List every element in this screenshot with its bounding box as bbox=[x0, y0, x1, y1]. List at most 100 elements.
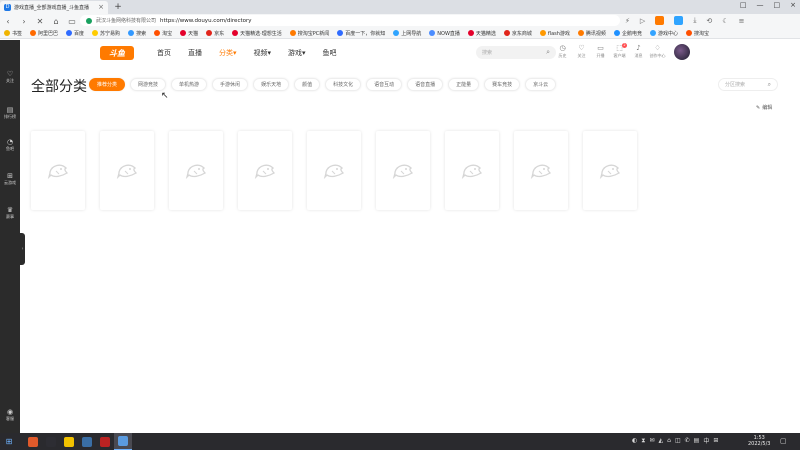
bookmark-item[interactable]: 腾讯视频 bbox=[577, 30, 606, 37]
new-tab-button[interactable]: + bbox=[112, 2, 124, 12]
sidebar-item-support[interactable]: ◉ 客服 bbox=[0, 408, 20, 422]
notification-center-icon[interactable]: ▢ bbox=[780, 437, 787, 445]
tab-close-icon[interactable]: × bbox=[98, 3, 104, 11]
category-tab[interactable]: 赛车竞技 bbox=[484, 78, 521, 91]
header-follow-button[interactable]: ♡ 关注 bbox=[572, 44, 591, 59]
category-tab[interactable]: 推荐分类 bbox=[89, 78, 126, 91]
nav-yuba[interactable]: 鱼吧 bbox=[323, 48, 337, 58]
tray-icon[interactable]: ◭ bbox=[659, 437, 664, 444]
category-tab[interactable]: 正能量 bbox=[448, 78, 480, 91]
category-search-input[interactable]: 分区搜索 ⌕ bbox=[718, 78, 778, 91]
address-bar[interactable]: 武汉斗鱼网络科技有限公司 https://www.douyu.com/direc… bbox=[80, 15, 620, 26]
tray-icon[interactable]: ✉ bbox=[649, 437, 654, 444]
window-minimize-icon[interactable]: — bbox=[757, 1, 764, 9]
header-client-button[interactable]: 2 ⬚ 客户端 bbox=[610, 43, 629, 59]
sidebar-item-yuba[interactable]: ◔ 鱼吧 bbox=[0, 138, 20, 152]
category-card-placeholder[interactable] bbox=[169, 131, 223, 210]
bookmark-item[interactable]: 天猫精选·理想生活 bbox=[232, 30, 282, 37]
taskbar-app[interactable] bbox=[96, 433, 114, 450]
night-mode-icon[interactable]: ☾ bbox=[722, 17, 728, 25]
bookmark-item[interactable]: 苏宁易购 bbox=[92, 30, 120, 37]
category-card-placeholder[interactable] bbox=[100, 131, 154, 210]
header-messages-button[interactable]: ♪ 消息 bbox=[629, 44, 648, 59]
tray-icon[interactable]: ⧗ bbox=[641, 437, 645, 445]
category-tab[interactable]: 京斗云 bbox=[525, 78, 557, 91]
browser-tab[interactable]: D 游戏直播_全部游戏直播_斗鱼直播 × bbox=[0, 0, 108, 14]
sidebar-item-ranking[interactable]: ▤ 排行榜 bbox=[0, 106, 20, 120]
category-tab[interactable]: 手游休闲 bbox=[212, 78, 249, 91]
reader-icon[interactable]: ▭ bbox=[68, 17, 76, 26]
tray-icon[interactable]: ⌂ bbox=[667, 437, 671, 444]
window-restore-icon[interactable]: □ bbox=[740, 1, 747, 9]
play-icon[interactable]: ▷ bbox=[640, 17, 645, 25]
bookmark-item[interactable]: 京东商城 bbox=[503, 30, 532, 37]
header-creator-button[interactable]: ♢ 创作中心 bbox=[648, 44, 667, 59]
sidebar-item-events[interactable]: ♛ 赛事 bbox=[0, 206, 20, 220]
stop-icon[interactable]: ✕ bbox=[36, 17, 44, 26]
bookmark-item[interactable]: 企鹅电竞 bbox=[613, 30, 642, 37]
avatar[interactable] bbox=[674, 44, 690, 60]
nav-category[interactable]: 分类▾ bbox=[219, 48, 237, 58]
category-card-placeholder[interactable] bbox=[445, 131, 499, 210]
sidebar-item-cloud-game[interactable]: ⊞ 云游戏 bbox=[0, 172, 20, 186]
bookmark-item[interactable]: 搜淘宝 bbox=[685, 30, 709, 37]
bookmark-item[interactable]: flash游戏 bbox=[539, 30, 570, 37]
category-tab[interactable]: 单机热游 bbox=[171, 78, 208, 91]
bookmark-item[interactable]: 百度一下，你就知 bbox=[337, 30, 385, 37]
category-card-placeholder[interactable] bbox=[583, 131, 637, 210]
bookmark-item[interactable]: 百度 bbox=[66, 30, 84, 37]
taskbar-app[interactable] bbox=[24, 433, 42, 450]
edit-button[interactable]: ✎ 编辑 bbox=[756, 104, 772, 112]
window-close-icon[interactable]: × bbox=[790, 1, 796, 9]
tray-icon[interactable]: ✆ bbox=[685, 437, 690, 444]
tray-icon[interactable]: ◫ bbox=[675, 437, 681, 444]
taskbar-app[interactable] bbox=[78, 433, 96, 450]
sidebar-item-follow[interactable]: ♡ 关注 bbox=[0, 70, 20, 84]
search-icon[interactable]: ⌕ bbox=[546, 48, 550, 57]
bookmark-item[interactable]: 上网导航 bbox=[393, 30, 421, 37]
taskbar-app[interactable] bbox=[114, 433, 132, 450]
bookmark-item[interactable]: 天猫 bbox=[180, 30, 198, 37]
extension-icon[interactable] bbox=[674, 16, 684, 25]
category-tab[interactable]: 网游竞技 bbox=[130, 78, 167, 91]
tray-icon[interactable]: 中 bbox=[703, 436, 709, 445]
header-history-button[interactable]: ◷ 历史 bbox=[553, 44, 572, 59]
menu-icon[interactable]: ≡ bbox=[739, 17, 745, 25]
category-tab[interactable]: 语音互动 bbox=[366, 78, 403, 91]
category-tab[interactable]: 科技文化 bbox=[325, 78, 362, 91]
category-card-placeholder[interactable] bbox=[31, 131, 85, 210]
tray-icon[interactable]: ⊞ bbox=[713, 437, 718, 444]
category-tab[interactable]: 语音直播 bbox=[407, 78, 444, 91]
home-icon[interactable]: ⌂ bbox=[52, 17, 60, 26]
category-card-placeholder[interactable] bbox=[238, 131, 292, 210]
speed-icon[interactable]: ⚡ bbox=[625, 17, 630, 25]
category-tab[interactable]: 娱乐天地 bbox=[253, 78, 290, 91]
download-icon[interactable]: ⤓ bbox=[693, 16, 696, 25]
windows-start-icon[interactable]: ⊞ bbox=[0, 437, 18, 446]
nav-video[interactable]: 视频▾ bbox=[254, 48, 272, 58]
bookmark-item[interactable]: 阿里巴巴 bbox=[30, 30, 58, 37]
address-url[interactable]: https://www.douyu.com/directory bbox=[160, 18, 252, 24]
tray-icon[interactable]: ▤ bbox=[694, 437, 700, 444]
search-icon[interactable]: ⌕ bbox=[768, 81, 771, 89]
tray-icon[interactable]: ◐ bbox=[632, 437, 637, 444]
bookmark-item[interactable]: 京东 bbox=[206, 30, 224, 37]
category-card-placeholder[interactable] bbox=[307, 131, 361, 210]
bookmark-item[interactable]: NOW直播 bbox=[429, 30, 460, 37]
taskbar-app[interactable] bbox=[42, 433, 60, 450]
nav-home[interactable]: 首页 bbox=[157, 48, 171, 58]
bookmark-item[interactable]: 游戏中心 bbox=[649, 30, 678, 37]
header-broadcast-button[interactable]: ▭ 开播 bbox=[591, 44, 610, 59]
taskbar-clock[interactable]: 1:53 2022/5/3 bbox=[748, 435, 770, 447]
category-card-placeholder[interactable] bbox=[376, 131, 430, 210]
bookmark-item[interactable]: 书签 bbox=[4, 30, 22, 37]
forward-icon[interactable]: › bbox=[20, 17, 28, 26]
header-search-input[interactable]: 搜索 ⌕ bbox=[476, 46, 556, 59]
category-tab[interactable]: 颜值 bbox=[294, 78, 321, 91]
category-card-placeholder[interactable] bbox=[514, 131, 568, 210]
taskbar-app[interactable] bbox=[60, 433, 78, 450]
bookmark-item[interactable]: 搜索 bbox=[128, 30, 146, 37]
nav-live[interactable]: 直播 bbox=[188, 48, 202, 58]
douyu-logo[interactable]: 斗鱼 bbox=[100, 46, 134, 60]
sidebar-toggle-button[interactable]: › bbox=[20, 233, 25, 265]
